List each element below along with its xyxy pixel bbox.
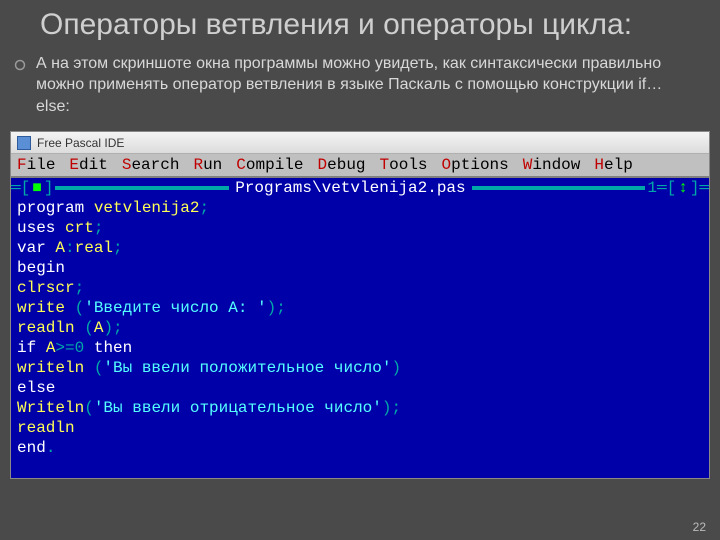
code-line[interactable]: readln xyxy=(11,418,709,438)
file-path: Programs\vetvlenija2.pas xyxy=(231,178,469,198)
menu-help[interactable]: Help xyxy=(594,156,632,174)
scroll-marker-icon: ↕ xyxy=(676,178,690,198)
bullet-row: А на этом скриншоте окна программы можно… xyxy=(0,47,720,126)
menu-run[interactable]: Run xyxy=(193,156,222,174)
menu-edit[interactable]: Edit xyxy=(69,156,107,174)
code-line[interactable]: readln (A); xyxy=(11,318,709,338)
menu-tools[interactable]: Tools xyxy=(380,156,428,174)
menubar: File Edit Search Run Compile Debug Tools… xyxy=(11,154,709,178)
menu-window[interactable]: Window xyxy=(523,156,581,174)
code-line[interactable]: begin xyxy=(11,258,709,278)
menu-options[interactable]: Options xyxy=(442,156,509,174)
window-title: Free Pascal IDE xyxy=(37,136,124,150)
menu-search[interactable]: Search xyxy=(122,156,180,174)
code-line[interactable]: clrscr; xyxy=(11,278,709,298)
code-line[interactable]: Writeln('Вы ввели отрицательное число'); xyxy=(11,398,709,418)
code-line[interactable]: if A>=0 then xyxy=(11,338,709,358)
window-number: 1 xyxy=(647,178,657,198)
close-marker-icon: ■ xyxy=(30,178,44,198)
app-icon xyxy=(17,136,31,150)
menu-compile[interactable]: Compile xyxy=(236,156,303,174)
code-line[interactable]: writeln ('Вы ввели положительное число') xyxy=(11,358,709,378)
ide-titlebar[interactable]: Free Pascal IDE xyxy=(11,132,709,154)
editor-area[interactable]: ═[■] Programs\vetvlenija2.pas 1═[↕]═ pro… xyxy=(11,178,709,478)
code-line[interactable]: end. xyxy=(11,438,709,458)
page-number: 22 xyxy=(693,520,706,534)
code-line[interactable]: write ('Введите число A: '); xyxy=(11,298,709,318)
code-line[interactable]: else xyxy=(11,378,709,398)
code-line[interactable]: program vetvlenija2; xyxy=(11,198,709,218)
menu-file[interactable]: File xyxy=(17,156,55,174)
slide-title: Операторы ветвления и операторы цикла: xyxy=(0,0,720,47)
ide-window: Free Pascal IDE File Edit Search Run Com… xyxy=(10,131,710,479)
editor-frame-top: ═[■] Programs\vetvlenija2.pas 1═[↕]═ xyxy=(11,178,709,198)
bullet-text: А на этом скриншоте окна программы можно… xyxy=(36,53,680,118)
code-line[interactable]: uses crt; xyxy=(11,218,709,238)
bullet-icon xyxy=(14,58,26,76)
menu-debug[interactable]: Debug xyxy=(318,156,366,174)
code-line[interactable]: var A:real; xyxy=(11,238,709,258)
